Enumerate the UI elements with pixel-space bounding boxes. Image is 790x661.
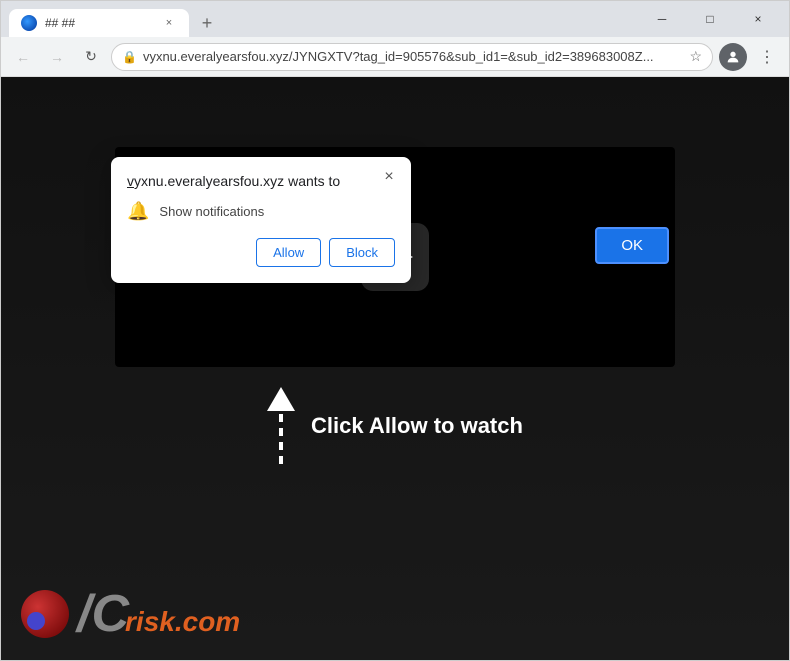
dialog-wants-to: wants to [284,173,340,189]
click-allow-instruction: Click Allow to watch [267,387,523,464]
ok-button[interactable]: OK [595,227,669,264]
dialog-domain-rest: yxnu.everalyearsfou.xyz [134,173,284,189]
tab-title: ## ## [45,16,153,30]
dialog-permission-row: 🔔 Show notifications [127,201,395,222]
title-bar: ## ## × + ─ □ × [1,1,789,37]
bell-icon: 🔔 [127,201,149,222]
arrow-solid-head [267,387,295,411]
logo-blue-dot [27,612,45,630]
pcrisk-logo-icon [21,590,69,638]
dialog-buttons: Allow Block [127,238,395,267]
browser-window: ## ## × + ─ □ × ← → ↻ 🔒 vyxnu.everalyear… [0,0,790,661]
menu-button[interactable]: ⋮ [753,43,781,71]
active-tab[interactable]: ## ## × [9,9,189,37]
arrow-dashed-tail [279,414,283,464]
lock-icon: 🔒 [122,50,137,64]
profile-icon [725,49,741,65]
close-button[interactable]: × [735,5,781,33]
page-content: Click Allow to watch / C risk.com OK × v… [1,77,789,660]
refresh-button[interactable]: ↻ [77,43,105,71]
dialog-title: vyxnu.everalyearsfou.xyz wants to [127,173,395,189]
permission-label: Show notifications [159,204,264,219]
pc-letters: / [77,588,91,640]
maximize-button[interactable]: □ [687,5,733,33]
dialog-close-button[interactable]: × [377,165,401,189]
permission-dialog: × vyxnu.everalyearsfou.xyz wants to 🔔 Sh… [111,157,411,283]
address-input[interactable]: 🔒 vyxnu.everalyearsfou.xyz/JYNGXTV?tag_i… [111,43,713,71]
risk-text: risk.com [125,606,240,638]
window-controls: ─ □ × [639,5,781,33]
dialog-domain: v [127,173,134,189]
profile-button[interactable] [719,43,747,71]
allow-button[interactable]: Allow [256,238,321,267]
address-bar: ← → ↻ 🔒 vyxnu.everalyearsfou.xyz/JYNGXTV… [1,37,789,77]
tab-close-button[interactable]: × [161,15,177,31]
new-tab-button[interactable]: + [193,9,221,37]
pcrisk-footer: / C risk.com [21,588,240,640]
block-button[interactable]: Block [329,238,395,267]
tab-favicon [21,15,37,31]
click-allow-text: Click Allow to watch [311,413,523,439]
forward-button[interactable]: → [43,43,71,71]
url-text: vyxnu.everalyearsfou.xyz/JYNGXTV?tag_id=… [143,49,683,64]
pc-letters2: C [91,588,125,640]
tab-bar: ## ## × + [9,1,635,37]
pcrisk-logo-text: / C risk.com [77,588,240,640]
back-button[interactable]: ← [9,43,37,71]
bookmark-icon[interactable]: ☆ [689,48,702,65]
minimize-button[interactable]: ─ [639,5,685,33]
arrow-up-indicator [267,387,295,464]
